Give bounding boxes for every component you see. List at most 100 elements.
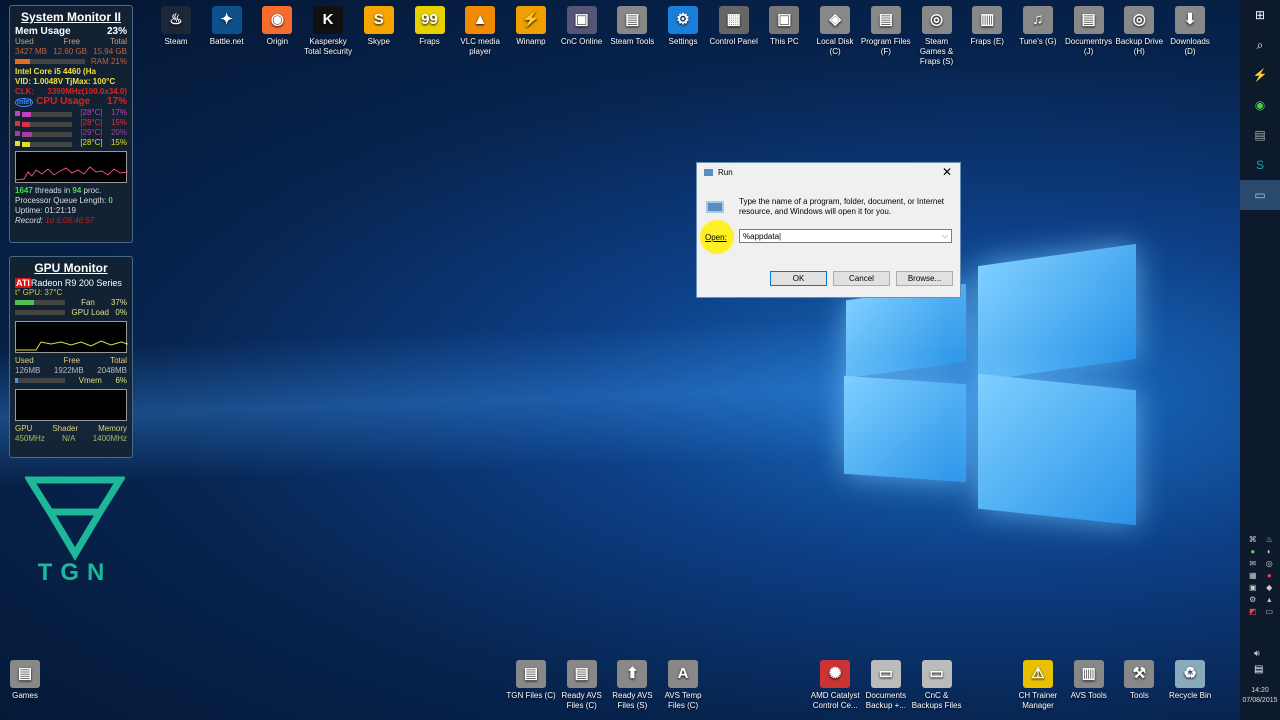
desktop-icon[interactable]: ▭ CnC & Backups Files	[912, 660, 962, 711]
desktop-icon[interactable]: ▭ Documents Backup +...	[861, 660, 911, 711]
system-monitor-gadget[interactable]: System Monitor II Mem Usage 23% Used Free T…	[9, 5, 133, 243]
browse-button[interactable]: Browse...	[896, 271, 953, 286]
threads-count: 1647	[15, 186, 33, 195]
pql-value: 0	[108, 196, 113, 205]
desktop-icon[interactable]: ⚒ Tools	[1114, 660, 1164, 701]
procs-count: 94	[72, 186, 82, 195]
ok-button[interactable]: OK	[770, 271, 827, 286]
mem-free: 12.60 GB	[53, 47, 88, 56]
tools-icon: ⚒	[1124, 660, 1155, 688]
open-input-value: %appdata	[743, 232, 780, 241]
desktop-icon[interactable]: ⬇ Downloads (D)	[1165, 6, 1215, 57]
desktop-icon[interactable]: ▤ TGN Files (C)	[506, 660, 556, 701]
run-dialog[interactable]: Run ✕ Type the name of a program, folder…	[696, 162, 961, 298]
run-description: Type the name of a program, folder, docu…	[739, 197, 945, 216]
gpu-monitor-gadget[interactable]: GPU Monitor ATIRadeon R9 200 Series t° G…	[9, 256, 133, 458]
vram-used-label: Used	[15, 356, 34, 365]
winamp-icon: ⚡	[515, 6, 546, 34]
clock-time: 14:20	[1251, 687, 1269, 694]
desktop-icon[interactable]: ▤ Documentrys (J)	[1064, 6, 1114, 57]
action-center-icon[interactable]: ▤	[1254, 664, 1263, 675]
desktop-icon[interactable]: ✺ AMD Catalyst Control Ce...	[810, 660, 860, 711]
desktop-icon[interactable]: ◉ Origin	[252, 6, 302, 47]
chevron-down-icon[interactable]: ⌵	[942, 231, 948, 241]
desktop-icon[interactable]: ⬆ Ready AVS Files (S)	[607, 660, 657, 711]
vram-free-label: Free	[63, 356, 81, 365]
desktop-icon[interactable]: ◈ Local Disk (C)	[810, 6, 860, 57]
run-taskbar-icon[interactable]: ▭	[1240, 180, 1280, 210]
volume-icon[interactable]: 🔊︎	[1254, 648, 1260, 659]
desktop-icon[interactable]: ♻ Recycle Bin	[1165, 660, 1215, 701]
desktop-icon-label: Local Disk (C)	[816, 37, 854, 56]
desktop-icon[interactable]: ▣ CnC Online	[557, 6, 607, 47]
desktop-icon[interactable]: ▣ This PC	[759, 6, 809, 47]
downloads-d--icon: ⬇	[1175, 6, 1205, 34]
threads-text: threads in	[35, 186, 71, 195]
desktop-icon-label: Steam Tools	[610, 37, 655, 46]
desktop-icon-label: Settings	[668, 37, 698, 46]
taskbar: ⊞ ⌕ ⚡ ◉ ▤ S ▭ ⌘ ♨ ● ◐ ✉ ◎ ▦ ● ▣ ◆ ⚙ ▴ ◩ ▭ 🔊︎ ▤ 14:20 0…	[1240, 0, 1280, 720]
desktop-icon-label: AVS Tools	[1070, 691, 1107, 700]
desktop-icon[interactable]: ◎ Backup Drive (H)	[1114, 6, 1164, 57]
cpu-core-row: [28°C] 15%	[15, 118, 127, 128]
cancel-button[interactable]: Cancel	[833, 271, 890, 286]
desktop-icon[interactable]: K Kaspersky Total Security	[303, 6, 353, 57]
desktop-icon-label: Steam	[164, 37, 188, 46]
core-pct: 20%	[110, 128, 127, 137]
steam-icon: ♨	[161, 6, 191, 34]
mem-usage-pct: 23%	[106, 26, 127, 37]
app-taskbar-icon[interactable]: ▤	[1240, 120, 1280, 150]
system-tray[interactable]: ⌘ ♨ ● ◐ ✉ ◎ ▦ ● ▣ ◆ ⚙ ▴ ◩ ▭	[1246, 535, 1276, 616]
tgn-logo: TGN	[23, 472, 127, 587]
start-button[interactable]: ⊞	[1240, 0, 1280, 30]
sysmon-title: System Monitor II	[20, 10, 121, 24]
program-files-f--icon: ▤	[870, 6, 901, 34]
col-free: Free	[63, 37, 81, 46]
desktop-icon-label: Steam Games & Fraps (S)	[919, 37, 954, 66]
desktop-icon[interactable]: ♫ Tune's (G)	[1013, 6, 1063, 47]
desktop-icon-label: Battle.net	[209, 37, 244, 46]
desktop-icon[interactable]: ♨ Steam	[151, 6, 201, 47]
desktop-icon[interactable]: ◎ Steam Games & Fraps (S)	[912, 6, 962, 67]
desktop-icon[interactable]: ⚙ Settings	[658, 6, 708, 47]
desktop-icon[interactable]: ⚡ Winamp	[506, 6, 556, 47]
desktop-icon[interactable]: ▤ Ready AVS Files (C)	[557, 660, 607, 711]
desktop-icon-label: Ready AVS Files (S)	[612, 691, 653, 710]
winamp-taskbar-icon[interactable]: ⚡	[1240, 60, 1280, 90]
desktop-icon[interactable]: ▥ AVS Tools	[1064, 660, 1114, 701]
desktop-icon[interactable]: 99 Fraps	[405, 6, 455, 47]
mem-total: 15.94 GB	[93, 47, 127, 56]
desktop-icon[interactable]: ▤ Steam Tools	[607, 6, 657, 47]
desktop-icon-label: Recycle Bin	[1168, 691, 1212, 700]
core-color-icon	[15, 110, 20, 116]
open-input[interactable]: %appdata| ⌵	[739, 229, 952, 243]
desktop-icon-label: This PC	[770, 37, 799, 46]
desktop-icon[interactable]: ⚠ CH Trainer Manager	[1013, 660, 1063, 711]
core-temp: [28°C]	[80, 108, 103, 117]
fan-bar	[15, 300, 65, 305]
desktop-icon[interactable]: ▤ Games	[0, 660, 50, 701]
clock[interactable]: 14:20 07/08/2015	[1240, 686, 1280, 706]
fraps-e--icon: ▥	[972, 6, 1003, 34]
ram-bar	[15, 59, 85, 64]
desktop-icon[interactable]: ▥ Fraps (E)	[962, 6, 1012, 47]
desktop-icon[interactable]: ▲ VLC media player	[455, 6, 505, 57]
avs-temp-files-c--icon: A	[668, 660, 699, 688]
chrome-taskbar-icon[interactable]: ◉	[1240, 90, 1280, 120]
search-icon[interactable]: ⌕	[1240, 30, 1280, 60]
desktop-icon[interactable]: ▦ Control Panel	[709, 6, 759, 47]
cnc-backups-files-icon: ▭	[921, 660, 952, 688]
skype-taskbar-icon[interactable]: S	[1240, 150, 1280, 180]
skype-icon: S	[363, 6, 394, 34]
desktop-icon[interactable]: S Skype	[354, 6, 404, 47]
mem-usage-label: Mem Usage	[15, 26, 71, 37]
desktop-icon-label: Fraps (E)	[970, 37, 1004, 46]
gpu-temp: t° GPU: 37°C	[15, 288, 63, 297]
desktop-icon-label: Control Panel	[709, 37, 758, 46]
desktop-icon[interactable]: A AVS Temp Files (C)	[658, 660, 708, 711]
desktop-icon[interactable]: ✦ Battle.net	[202, 6, 252, 47]
cpu-core-row: [28°C] 15%	[15, 138, 127, 148]
close-icon[interactable]: ✕	[942, 165, 952, 179]
documents-backup--icon: ▭	[870, 660, 901, 688]
desktop-icon[interactable]: ▤ Program Files (F)	[861, 6, 911, 57]
